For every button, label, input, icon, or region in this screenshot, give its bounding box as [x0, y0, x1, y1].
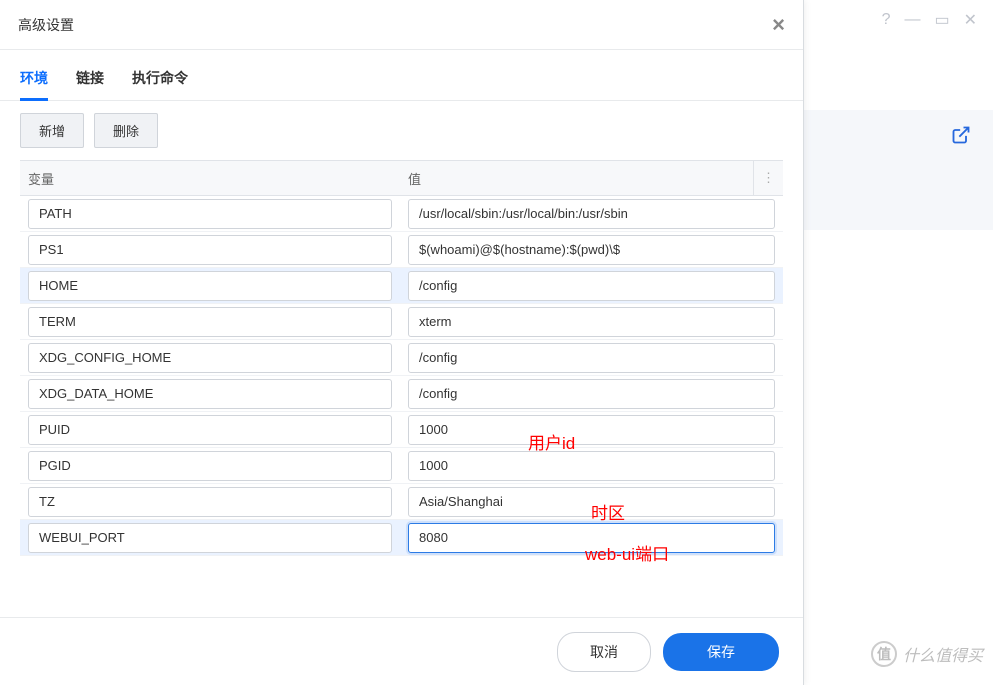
table-row[interactable] — [20, 484, 783, 520]
val-input[interactable] — [408, 235, 775, 265]
watermark-icon: 值 — [871, 641, 897, 667]
tab-1[interactable]: 链接 — [76, 68, 104, 100]
advanced-settings-dialog: 高级设置 × 环境链接执行命令 新增 删除 变量 值 ⋮ 取消 保存 — [0, 0, 804, 685]
watermark: 值 什么值得买 — [871, 641, 983, 667]
table-row[interactable] — [20, 520, 783, 556]
add-button[interactable]: 新增 — [20, 113, 84, 148]
tab-0[interactable]: 环境 — [20, 68, 48, 100]
watermark-text: 什么值得买 — [903, 642, 983, 666]
table-row[interactable] — [20, 268, 783, 304]
val-input[interactable] — [408, 487, 775, 517]
val-input[interactable] — [408, 307, 775, 337]
dialog-title: 高级设置 — [18, 15, 74, 35]
header-variable[interactable]: 变量 — [20, 169, 400, 188]
dialog-footer: 取消 保存 — [0, 617, 803, 685]
external-link-icon[interactable] — [951, 125, 971, 148]
background-window: ? — ▭ ✕ ibtorrent — [793, 0, 993, 685]
table-body — [20, 196, 783, 556]
var-input[interactable] — [28, 307, 392, 337]
table-header: 变量 值 ⋮ — [20, 160, 783, 196]
table-row[interactable] — [20, 232, 783, 268]
var-input[interactable] — [28, 271, 392, 301]
table-row[interactable] — [20, 376, 783, 412]
close-icon[interactable]: ✕ — [964, 10, 977, 30]
tabs: 环境链接执行命令 — [0, 50, 803, 101]
save-button[interactable]: 保存 — [663, 633, 779, 671]
tab-2[interactable]: 执行命令 — [132, 68, 188, 100]
val-input[interactable] — [408, 523, 775, 553]
minimize-icon[interactable]: — — [904, 11, 920, 29]
table-row[interactable] — [20, 412, 783, 448]
bg-titlebar: ? — ▭ ✕ — [793, 0, 993, 40]
var-input[interactable] — [28, 235, 392, 265]
val-input[interactable] — [408, 379, 775, 409]
val-input[interactable] — [408, 199, 775, 229]
table-row[interactable] — [20, 448, 783, 484]
var-input[interactable] — [28, 415, 392, 445]
maximize-icon[interactable]: ▭ — [934, 10, 949, 30]
val-input[interactable] — [408, 271, 775, 301]
var-input[interactable] — [28, 343, 392, 373]
table-row[interactable] — [20, 340, 783, 376]
cancel-button[interactable]: 取消 — [557, 632, 651, 672]
toolbar: 新增 删除 — [0, 101, 803, 160]
var-input[interactable] — [28, 199, 392, 229]
var-input[interactable] — [28, 379, 392, 409]
delete-button[interactable]: 删除 — [94, 113, 158, 148]
val-input[interactable] — [408, 451, 775, 481]
column-menu-icon[interactable]: ⋮ — [753, 161, 783, 195]
table-row[interactable] — [20, 304, 783, 340]
table-row[interactable] — [20, 196, 783, 232]
val-input[interactable] — [408, 343, 775, 373]
env-table: 变量 值 ⋮ — [0, 160, 803, 556]
var-input[interactable] — [28, 487, 392, 517]
var-input[interactable] — [28, 451, 392, 481]
val-input[interactable] — [408, 415, 775, 445]
close-icon[interactable]: × — [772, 14, 785, 36]
help-icon[interactable]: ? — [882, 11, 891, 29]
var-input[interactable] — [28, 523, 392, 553]
dialog-header: 高级设置 × — [0, 0, 803, 50]
header-value[interactable]: 值 — [400, 169, 753, 188]
